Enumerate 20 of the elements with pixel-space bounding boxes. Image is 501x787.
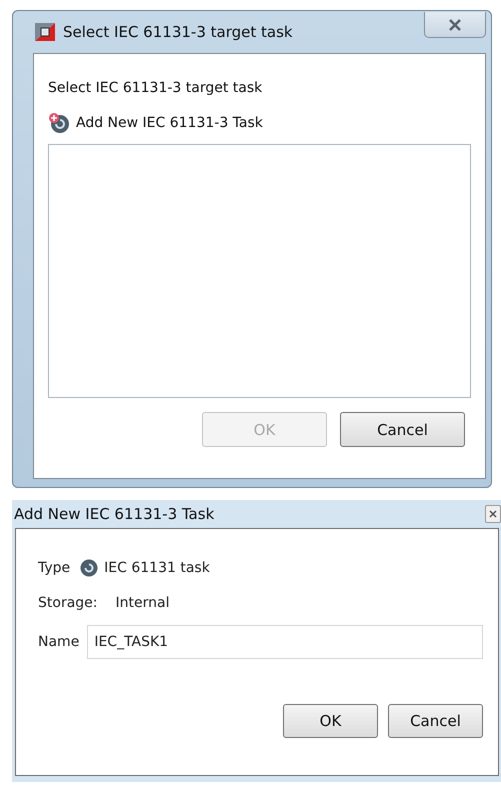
window-title: Select IEC 61131-3 target task xyxy=(63,23,293,41)
cancel-button[interactable]: Cancel xyxy=(388,704,483,738)
close-button[interactable] xyxy=(424,12,486,38)
ok-button[interactable]: OK xyxy=(283,704,378,738)
task-icon xyxy=(80,559,98,577)
add-task-item[interactable]: Add New IEC 61131-3 Task xyxy=(48,112,263,134)
app-icon xyxy=(35,23,55,41)
field-label: Storage: xyxy=(38,595,98,611)
task-add-icon xyxy=(48,112,70,134)
close-icon xyxy=(448,18,462,30)
storage-value: Internal xyxy=(116,595,170,611)
name-field[interactable]: IEC_TASK1 xyxy=(87,625,483,659)
window-title: Add New IEC 61131-3 Task xyxy=(14,505,214,523)
field-label: Name xyxy=(38,634,80,650)
field-label: Type xyxy=(38,560,70,576)
prompt-text: Select IEC 61131-3 target task xyxy=(48,80,264,96)
cancel-button[interactable]: Cancel xyxy=(340,412,465,447)
close-button[interactable] xyxy=(485,505,501,523)
close-icon xyxy=(489,510,497,518)
type-value: IEC 61131 task xyxy=(104,560,210,576)
